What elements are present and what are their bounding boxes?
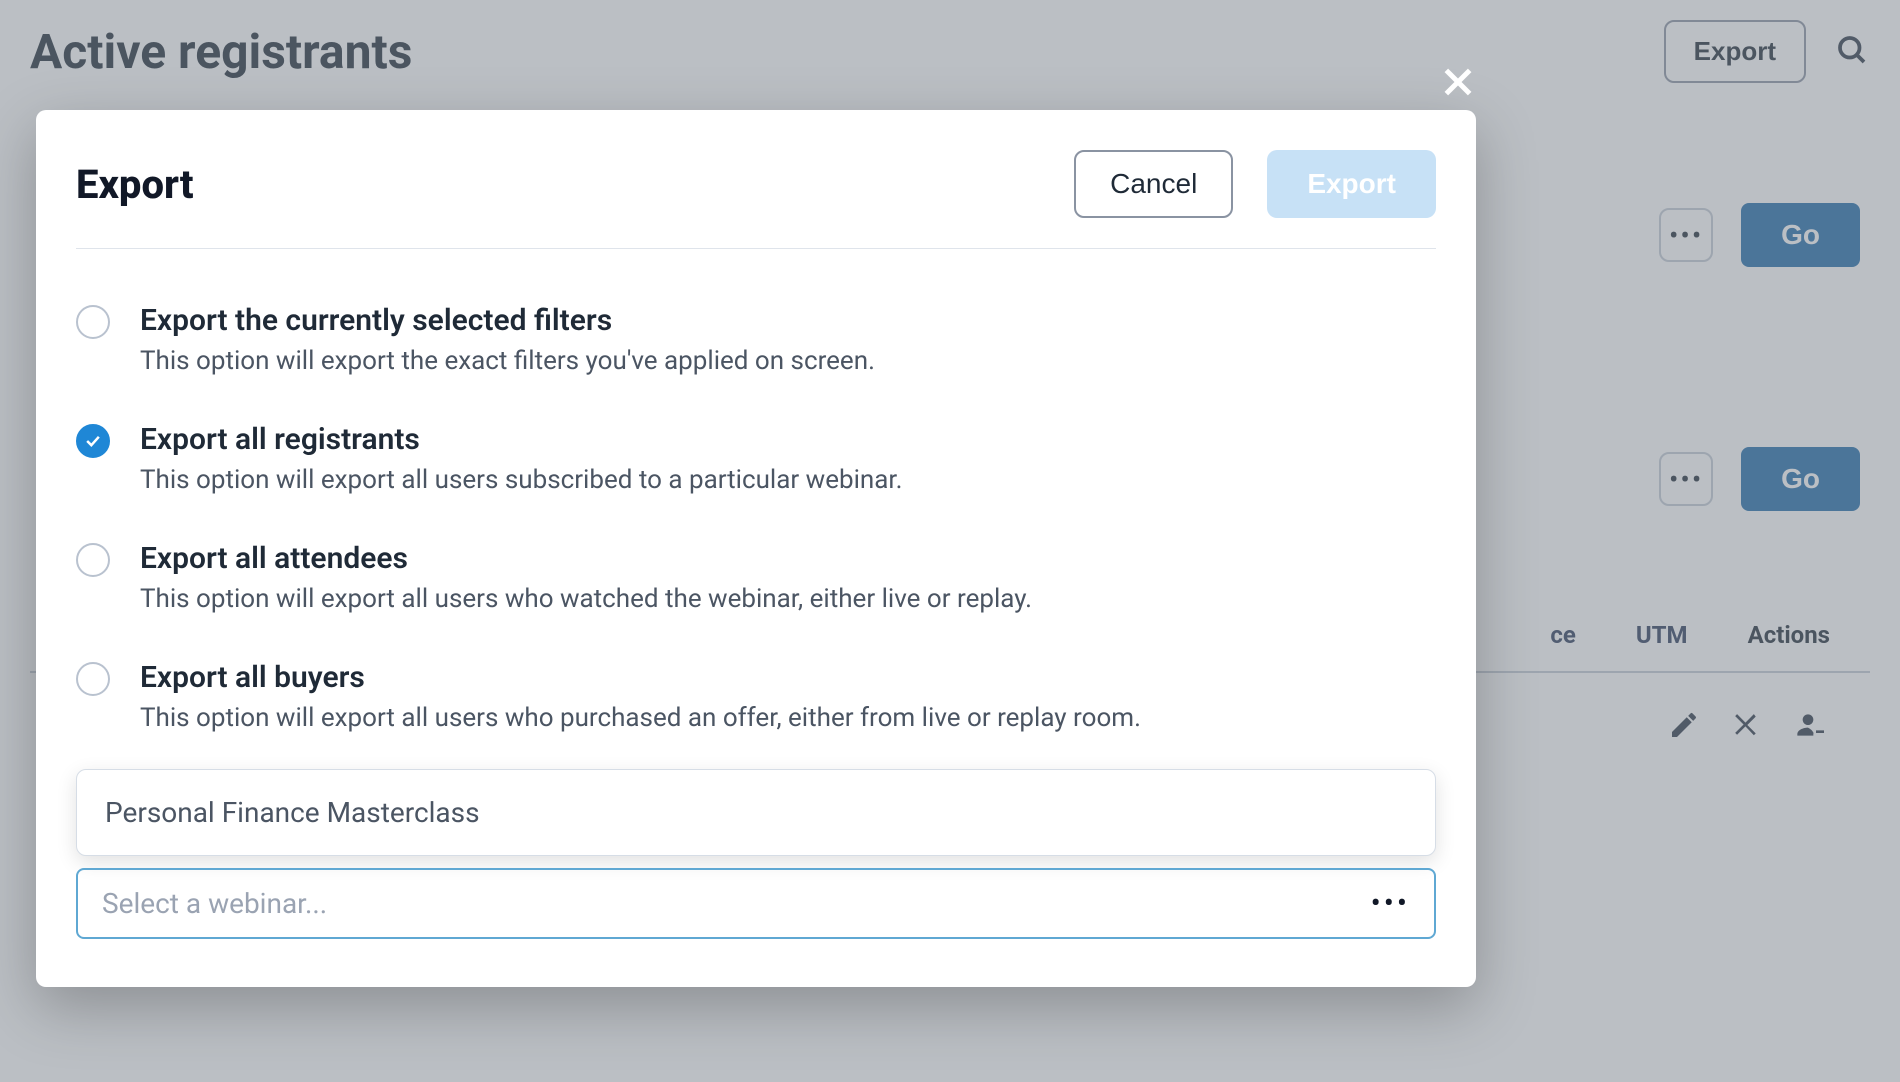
option-desc: This option will export all users subscr… [140,465,903,495]
export-modal: Export Cancel Export Export the currentl… [36,110,1476,987]
radio-checked-icon[interactable] [76,424,110,458]
modal-actions: Cancel Export [1074,150,1436,218]
option-title: Export all registrants [140,422,903,457]
option-all-buyers[interactable]: Export all buyers This option will expor… [76,640,1436,759]
webinar-dropdown-option[interactable]: Personal Finance Masterclass [76,769,1436,856]
more-dots-icon: ••• [1371,886,1410,921]
modal-header: Export Cancel Export [76,150,1436,249]
export-confirm-button[interactable]: Export [1267,150,1436,218]
dropdown-option-label: Personal Finance Masterclass [105,796,480,829]
option-desc: This option will export all users who pu… [140,703,1141,733]
option-selected-filters[interactable]: Export the currently selected filters Th… [76,283,1436,402]
option-title: Export the currently selected filters [140,303,875,338]
radio-unchecked-icon[interactable] [76,662,110,696]
option-desc: This option will export all users who wa… [140,584,1032,614]
option-all-registrants[interactable]: Export all registrants This option will … [76,402,1436,521]
option-title: Export all attendees [140,541,1032,576]
radio-unchecked-icon[interactable] [76,305,110,339]
close-modal-icon[interactable] [1438,62,1478,106]
modal-title: Export [76,161,194,208]
cancel-button[interactable]: Cancel [1074,150,1233,218]
option-all-attendees[interactable]: Export all attendees This option will ex… [76,521,1436,640]
option-desc: This option will export the exact filter… [140,346,875,376]
export-options: Export the currently selected filters Th… [76,283,1436,759]
radio-unchecked-icon[interactable] [76,543,110,577]
option-title: Export all buyers [140,660,1141,695]
select-placeholder: Select a webinar... [102,887,327,920]
webinar-select[interactable]: Select a webinar... ••• [76,868,1436,939]
export-modal-wrapper: Export Cancel Export Export the currentl… [36,110,1476,987]
